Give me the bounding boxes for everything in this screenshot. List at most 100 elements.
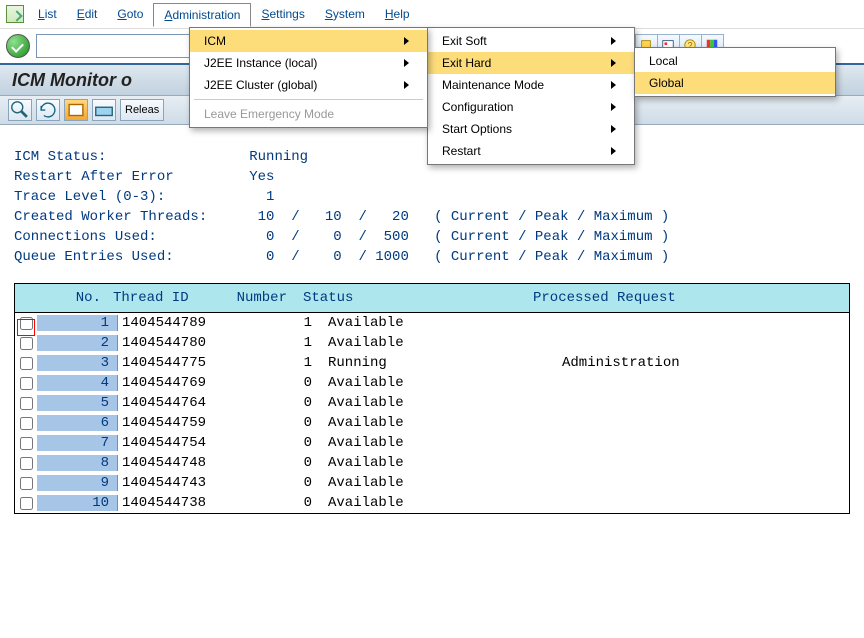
col-thread-id: Thread ID [109, 290, 229, 306]
table-row[interactable]: 1014045447380Available [15, 493, 849, 513]
cell-no: 2 [37, 335, 118, 351]
table-row[interactable]: 414045447690Available [15, 373, 849, 393]
row-checkbox[interactable] [20, 317, 33, 330]
page-title-text: ICM Monitor o [12, 70, 132, 91]
cell-thread-id: 1404544780 [118, 335, 242, 351]
row-checkbox[interactable] [20, 457, 33, 470]
cell-status: Available [324, 495, 558, 511]
enter-icon[interactable] [6, 34, 30, 58]
cell-status: Available [324, 415, 558, 431]
cell-no: 5 [37, 395, 118, 411]
row-checkbox[interactable] [20, 337, 33, 350]
cell-thread-id: 1404544748 [118, 455, 242, 471]
cell-status: Available [324, 375, 558, 391]
release-button[interactable]: Releas [120, 99, 164, 121]
table-row[interactable]: 114045447891Available [15, 313, 849, 333]
cell-processed: Administration [558, 355, 849, 371]
row-checkbox[interactable] [20, 477, 33, 490]
cell-no: 1 [37, 315, 118, 331]
cell-number: 0 [242, 455, 324, 471]
row-checkbox[interactable] [20, 417, 33, 430]
menu-item-maintenance-mode[interactable]: Maintenance Mode [428, 74, 634, 96]
table-header: No. Thread ID Number Status Processed Re… [15, 284, 849, 313]
cell-number: 0 [242, 415, 324, 431]
cell-thread-id: 1404544754 [118, 435, 242, 451]
cell-thread-id: 1404544764 [118, 395, 242, 411]
menubar: ListEditGotoAdministrationSettingsSystem… [0, 0, 864, 29]
cell-status: Available [324, 335, 558, 351]
table-row[interactable]: 514045447640Available [15, 393, 849, 413]
menu-administration: ICMJ2EE Instance (local)J2EE Cluster (gl… [189, 27, 428, 128]
cell-number: 0 [242, 475, 324, 491]
cell-no: 9 [37, 475, 118, 491]
cell-no: 3 [37, 355, 118, 371]
cell-thread-id: 1404544769 [118, 375, 242, 391]
services-icon[interactable] [64, 99, 88, 121]
cell-status: Available [324, 435, 558, 451]
cell-status: Available [324, 455, 558, 471]
menu-item-local[interactable]: Local [635, 50, 835, 72]
cell-number: 1 [242, 355, 324, 371]
menu-item-leave-emergency-mode: Leave Emergency Mode [190, 103, 427, 125]
menu-edit[interactable]: Edit [67, 3, 108, 26]
cell-thread-id: 1404544759 [118, 415, 242, 431]
row-checkbox[interactable] [20, 397, 33, 410]
cell-number: 1 [242, 315, 324, 331]
cell-no: 4 [37, 375, 118, 391]
menu-settings[interactable]: Settings [251, 3, 314, 26]
cell-number: 0 [242, 375, 324, 391]
table-row[interactable]: 614045447590Available [15, 413, 849, 433]
menu-goto[interactable]: Goto [107, 3, 153, 26]
cell-thread-id: 1404544789 [118, 315, 242, 331]
thread-table: No. Thread ID Number Status Processed Re… [14, 283, 850, 514]
detail-icon[interactable] [8, 99, 32, 121]
cell-number: 0 [242, 395, 324, 411]
trace-icon[interactable] [92, 99, 116, 121]
menu-item-j2ee-cluster-global-[interactable]: J2EE Cluster (global) [190, 74, 427, 96]
col-processed: Processed Request [529, 290, 849, 306]
cell-status: Available [324, 395, 558, 411]
table-row[interactable]: 314045447751RunningAdministration [15, 353, 849, 373]
content-area: ICM Status: Running Restart After Error … [0, 125, 864, 524]
menu-item-restart[interactable]: Restart [428, 140, 634, 162]
menu-item-icm[interactable]: ICM [190, 30, 427, 52]
col-status: Status [299, 290, 529, 306]
menu-administration[interactable]: Administration [153, 3, 251, 27]
cell-no: 8 [37, 455, 118, 471]
menu-item-global[interactable]: Global [635, 72, 835, 94]
cell-thread-id: 1404544775 [118, 355, 242, 371]
row-checkbox[interactable] [20, 437, 33, 450]
row-checkbox[interactable] [20, 357, 33, 370]
cell-number: 0 [242, 495, 324, 511]
cell-status: Available [324, 315, 558, 331]
row-checkbox[interactable] [20, 497, 33, 510]
menu-item-exit-soft[interactable]: Exit Soft [428, 30, 634, 52]
cell-thread-id: 1404544743 [118, 475, 242, 491]
sap-menu-icon[interactable] [6, 5, 24, 23]
icm-status-block: ICM Status: Running Restart After Error … [14, 147, 850, 267]
cell-no: 7 [37, 435, 118, 451]
cell-status: Available [324, 475, 558, 491]
menu-item-start-options[interactable]: Start Options [428, 118, 634, 140]
row-checkbox[interactable] [20, 377, 33, 390]
menu-list[interactable]: List [28, 3, 67, 26]
table-row[interactable]: 814045447480Available [15, 453, 849, 473]
menu-item-exit-hard[interactable]: Exit Hard [428, 52, 634, 74]
cell-no: 6 [37, 415, 118, 431]
menu-icm: Exit SoftExit HardMaintenance ModeConfig… [427, 27, 635, 165]
menu-exit-hard: LocalGlobal [634, 47, 836, 97]
cell-status: Running [324, 355, 558, 371]
menu-item-j2ee-instance-local-[interactable]: J2EE Instance (local) [190, 52, 427, 74]
table-row[interactable]: 914045447430Available [15, 473, 849, 493]
menu-system[interactable]: System [315, 3, 375, 26]
cell-thread-id: 1404544738 [118, 495, 242, 511]
table-row[interactable]: 214045447801Available [15, 333, 849, 353]
cell-number: 0 [242, 435, 324, 451]
app-toolbar-right: i [660, 102, 694, 116]
table-row[interactable]: 714045447540Available [15, 433, 849, 453]
refresh-icon[interactable] [36, 99, 60, 121]
cell-number: 1 [242, 335, 324, 351]
menu-help[interactable]: Help [375, 3, 420, 26]
menu-item-configuration[interactable]: Configuration [428, 96, 634, 118]
col-no: No. [37, 290, 109, 306]
